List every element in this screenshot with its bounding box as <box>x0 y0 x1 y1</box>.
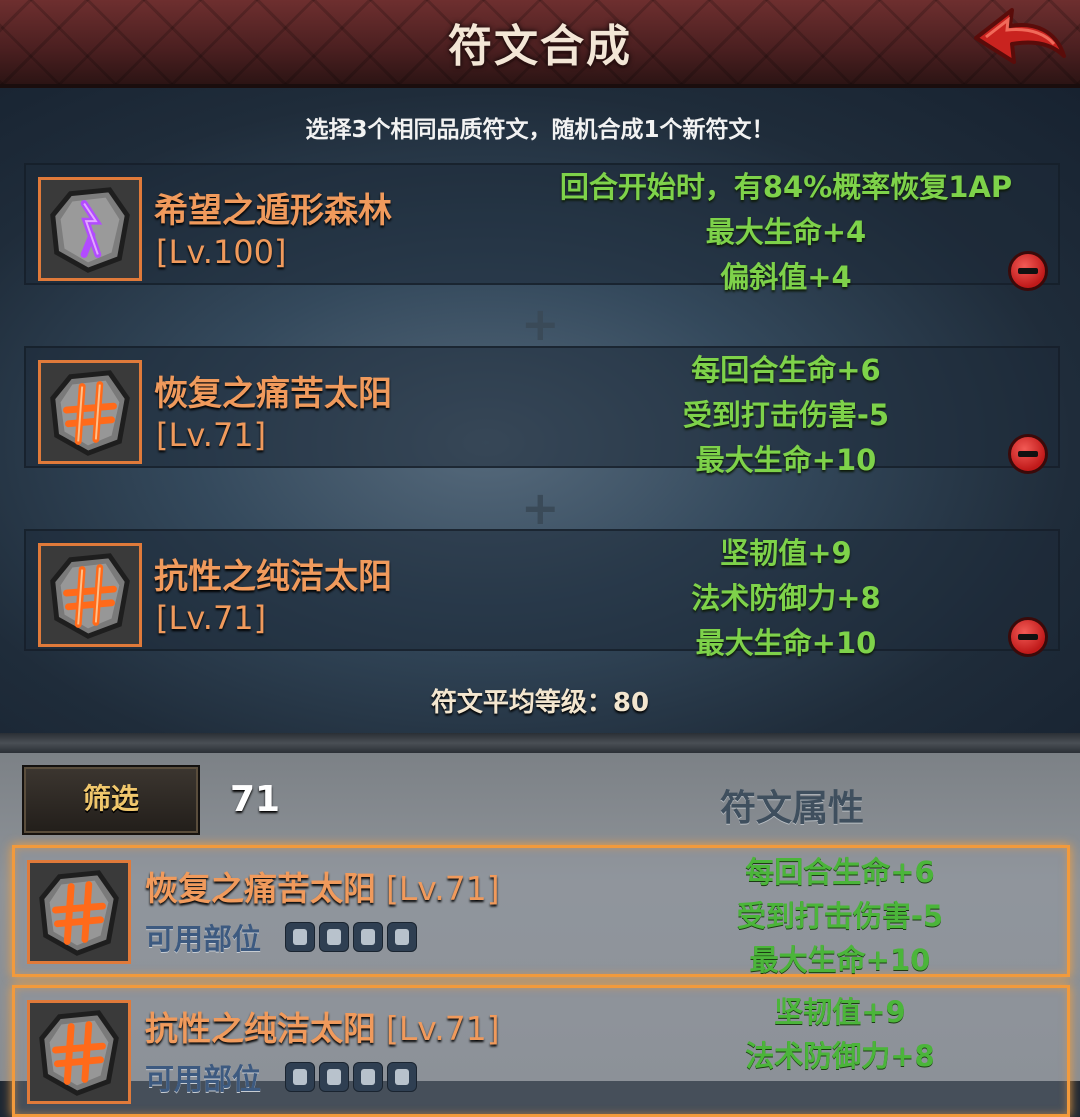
rune-stats: 坚韧值+9 法术防御力+8 最大生命+10 <box>596 531 976 666</box>
gloves-icon <box>353 922 383 952</box>
stat-line: 受到打击伤害-5 <box>736 899 944 933</box>
shield-icon <box>387 922 417 952</box>
equipment-part-icons <box>285 922 417 952</box>
rune-level: [Lv.71] <box>386 869 500 908</box>
rune-stats: 坚韧值+9 法术防御力+8 <box>675 990 1005 1078</box>
plus-icon: + <box>521 297 560 351</box>
shield-icon <box>387 1062 417 1092</box>
orange-rune-icon <box>30 863 128 961</box>
orange-rune-icon <box>41 546 139 644</box>
stat-line: 坚韧值+9 <box>774 995 906 1029</box>
rune-icon-frame <box>27 860 131 964</box>
rune-stats: 每回合生命+6 受到打击伤害-5 最大生命+10 <box>596 348 976 483</box>
filter-value: 71 <box>230 779 281 820</box>
stat-line: 回合开始时，有84%概率恢复1AP <box>559 170 1013 204</box>
remove-rune-button[interactable] <box>1008 251 1048 291</box>
rune-level: [Lv.71] <box>156 416 267 454</box>
rune-name: 希望之遁形森林 <box>154 191 392 231</box>
available-slots-label: 可用部位 <box>145 922 262 956</box>
gloves-icon <box>353 1062 383 1092</box>
header-bar: 符文合成 <box>0 0 1080 88</box>
rune-icon-frame <box>27 1000 131 1104</box>
stat-line: 法术防御力+8 <box>691 581 881 615</box>
orange-rune-icon <box>41 363 139 461</box>
rune-slot-2: 恢复之痛苦太阳 [Lv.71] 每回合生命+6 受到打击伤害-5 最大生命+10 <box>24 346 1060 477</box>
rune-name: 恢复之痛苦太阳 <box>154 374 392 414</box>
rune-level: [Lv.100] <box>156 233 287 271</box>
rune-stats: 每回合生命+6 受到打击伤害-5 最大生命+10 <box>675 850 1005 982</box>
rune-name: 抗性之纯洁太阳 [Lv.71] <box>145 1002 500 1050</box>
orange-rune-icon <box>30 1003 128 1101</box>
stat-line: 最大生命+4 <box>705 215 867 249</box>
filter-button[interactable]: 筛选 <box>22 765 200 835</box>
armor-icon <box>319 1062 349 1092</box>
plus-icon: + <box>521 481 560 535</box>
rune-name: 恢复之痛苦太阳 [Lv.71] <box>145 862 500 910</box>
rune-slot-1: 希望之遁形森林 [Lv.100] 回合开始时，有84%概率恢复1AP 最大生命+… <box>24 163 1060 294</box>
purple-rune-icon <box>41 180 139 278</box>
synthesis-panel: 选择3个相同品质符文，随机合成1个新符文！ 希望之遁形森林 [Lv.100] 回… <box>0 88 1080 733</box>
page-title: 符文合成 <box>448 21 632 72</box>
stat-line: 受到打击伤害-5 <box>682 398 890 432</box>
available-slots-label: 可用部位 <box>145 1062 262 1096</box>
section-divider <box>0 733 1080 753</box>
rune-name-text: 抗性之纯洁太阳 <box>145 1009 376 1048</box>
rune-list-panel: 筛选 71 符文属性 恢复之痛苦太阳 [Lv.71] 可用部位 每回合生命+6 受… <box>0 753 1080 1117</box>
stat-line: 法术防御力+8 <box>745 1039 935 1073</box>
stat-line: 每回合生命+6 <box>691 353 881 387</box>
rune-slot-3: 抗性之纯洁太阳 [Lv.71] 坚韧值+9 法术防御力+8 最大生命+10 <box>24 529 1060 660</box>
helmet-icon <box>285 922 315 952</box>
rune-name: 抗性之纯洁太阳 <box>154 557 392 597</box>
rune-stats: 回合开始时，有84%概率恢复1AP 最大生命+4 偏斜值+4 <box>546 165 1026 300</box>
stat-line: 最大生命+10 <box>749 943 931 977</box>
stat-line: 每回合生命+6 <box>745 855 935 889</box>
back-arrow-icon <box>974 8 1066 64</box>
stat-line: 坚韧值+9 <box>720 536 852 570</box>
synthesis-hint: 选择3个相同品质符文，随机合成1个新符文！ <box>305 117 775 143</box>
stat-line: 最大生命+10 <box>695 443 877 477</box>
rune-name-text: 恢复之痛苦太阳 <box>145 869 376 908</box>
average-level: 符文平均等级：80 <box>430 688 650 718</box>
rune-list-item[interactable]: 抗性之纯洁太阳 [Lv.71] 可用部位 坚韧值+9 法术防御力+8 <box>12 985 1070 1117</box>
rune-level: [Lv.71] <box>386 1009 500 1048</box>
rune-attributes-header: 符文属性 <box>720 788 865 829</box>
stat-line: 最大生命+10 <box>695 626 877 660</box>
rune-list-item[interactable]: 恢复之痛苦太阳 [Lv.71] 可用部位 每回合生命+6 受到打击伤害-5 最大生… <box>12 845 1070 977</box>
remove-rune-button[interactable] <box>1008 617 1048 657</box>
rune-icon-frame <box>38 360 142 464</box>
back-button[interactable] <box>972 0 1068 80</box>
helmet-icon <box>285 1062 315 1092</box>
rune-icon-frame <box>38 543 142 647</box>
armor-icon <box>319 922 349 952</box>
stat-line: 偏斜值+4 <box>720 260 852 294</box>
rune-level: [Lv.71] <box>156 599 267 637</box>
rune-icon-frame <box>38 177 142 281</box>
equipment-part-icons <box>285 1062 417 1092</box>
remove-rune-button[interactable] <box>1008 434 1048 474</box>
